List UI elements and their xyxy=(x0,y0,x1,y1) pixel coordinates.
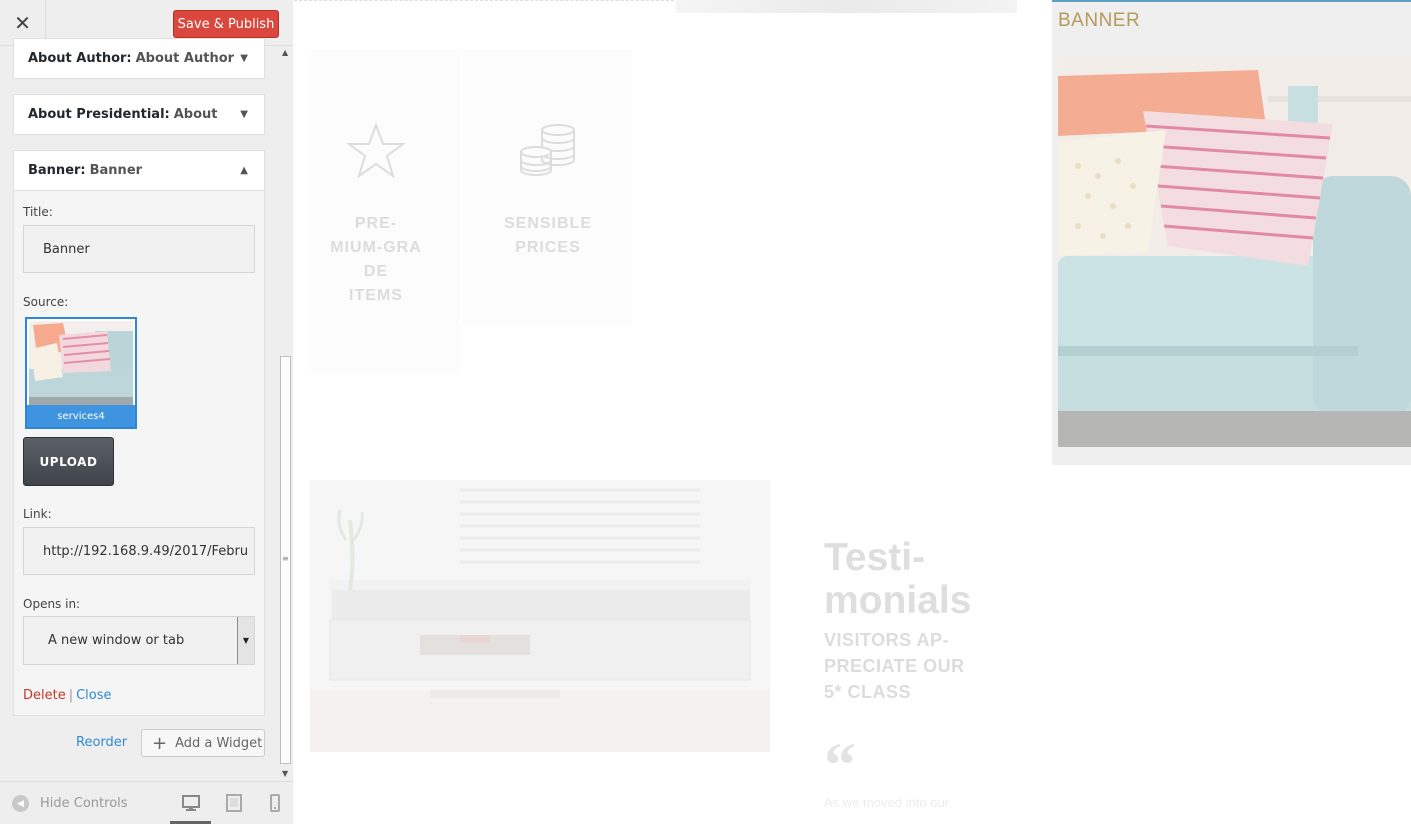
plus-icon: + xyxy=(152,732,168,754)
living-room-image xyxy=(310,480,770,752)
opens-in-select[interactable]: A new window or tab ▼ xyxy=(23,616,255,665)
delete-link[interactable]: Delete xyxy=(23,688,66,703)
subtitle-line: PRECIATE OUR xyxy=(824,656,965,676)
opens-in-value: A new window or tab xyxy=(48,633,185,648)
testimonial-text: As we moved into our xyxy=(824,795,950,810)
customizer-footer: ◀ Hide Controls xyxy=(0,781,293,824)
widget-about-author[interactable]: About Author: About Author ▼ xyxy=(13,38,265,79)
testimonials-subtitle: VISITORS AP- PRECIATE OUR 5* CLASS xyxy=(824,627,965,705)
feature-line: MIUM-GRA xyxy=(330,239,422,256)
feature-line: DE xyxy=(363,263,389,280)
widget-type: About Author: xyxy=(28,51,132,66)
close-link[interactable]: Close xyxy=(76,688,111,703)
source-image-thumbnail[interactable]: services4 xyxy=(25,317,137,429)
title-line: monials xyxy=(824,579,972,622)
mobile-icon[interactable] xyxy=(266,794,284,812)
tablet-icon[interactable] xyxy=(225,794,243,812)
add-widget-label: Add a Widget xyxy=(175,735,263,751)
source-caption: services4 xyxy=(27,405,135,427)
quote-icon: “ xyxy=(824,729,856,800)
link-input[interactable]: http://192.168.9.49/2017/Febru xyxy=(23,527,255,575)
opens-in-label: Opens in: xyxy=(23,597,81,611)
source-label: Source: xyxy=(23,295,69,309)
feature-line: SENSIBLE xyxy=(503,215,592,232)
widget-title: About Author xyxy=(135,51,235,66)
customizer-sidebar: ✕ Save & Publish About Author: About Aut… xyxy=(0,0,293,824)
feature-prices-text: SENSIBLE PRICES xyxy=(488,212,608,260)
feature-premium xyxy=(310,50,460,372)
reorder-link[interactable]: Reorder xyxy=(76,735,127,750)
feature-line: PRICES xyxy=(515,239,581,256)
widget-type: Banner: xyxy=(28,163,86,178)
top-image-strip xyxy=(676,0,1017,13)
sofa-thumbnail-image xyxy=(29,321,133,405)
feature-line: ITEMS xyxy=(349,287,403,304)
title-line: Testi- xyxy=(824,536,926,579)
feature-premium-text: PRE- MIUM-GRA DE ITEMS xyxy=(324,212,428,308)
scroll-down-icon[interactable]: ▼ xyxy=(282,769,288,778)
save-publish-button[interactable]: Save & Publish xyxy=(173,10,279,38)
subtitle-line: 5* CLASS xyxy=(824,682,912,702)
site-preview: PRE- MIUM-GRA DE ITEMS SENSIBLE PRICES T… xyxy=(294,0,1411,824)
subtitle-line: VISITORS AP- xyxy=(824,630,950,650)
widget-about-presidential[interactable]: About Presidential: About ▼ xyxy=(13,94,265,135)
grip-icon: ≡ xyxy=(282,554,289,563)
hide-controls-label: Hide Controls xyxy=(40,796,128,811)
hide-controls-button[interactable]: ◀ Hide Controls xyxy=(12,795,128,812)
banner-sofa-image xyxy=(1058,56,1411,447)
sidebar-scrollbar[interactable]: ▲ ≡ ▼ xyxy=(278,46,293,780)
star-icon xyxy=(346,122,406,179)
link-label: Link: xyxy=(23,507,52,521)
title-label: Title: xyxy=(23,205,53,219)
separator: | xyxy=(68,688,74,703)
coins-icon xyxy=(520,124,575,176)
expand-arrow-icon[interactable]: ▼ xyxy=(240,109,248,120)
widget-title: Banner xyxy=(89,163,143,178)
widget-title: About xyxy=(173,107,218,122)
title-input[interactable]: Banner xyxy=(23,225,255,273)
collapse-arrow-icon[interactable]: ▲ xyxy=(240,165,248,176)
widget-actions: Delete | Close xyxy=(23,688,112,703)
dropdown-arrow-icon[interactable]: ▼ xyxy=(237,617,254,664)
feature-line: PRE- xyxy=(354,215,398,232)
preview-divider xyxy=(294,0,674,2)
widget-banner-header[interactable]: Banner: Banner ▲ xyxy=(13,150,265,191)
add-widget-button[interactable]: + Add a Widget xyxy=(141,729,265,757)
widget-type: About Presidential: xyxy=(28,107,170,122)
banner-heading: BANNER xyxy=(1058,10,1141,31)
feature-prices xyxy=(462,50,632,324)
upload-button[interactable]: UPLOAD xyxy=(23,437,114,486)
scroll-up-icon[interactable]: ▲ xyxy=(282,48,288,57)
collapse-arrow-icon: ◀ xyxy=(12,795,29,812)
desktop-icon[interactable] xyxy=(182,794,200,812)
testimonials-title: Testi- monials xyxy=(824,536,971,622)
expand-arrow-icon[interactable]: ▼ xyxy=(240,53,248,64)
